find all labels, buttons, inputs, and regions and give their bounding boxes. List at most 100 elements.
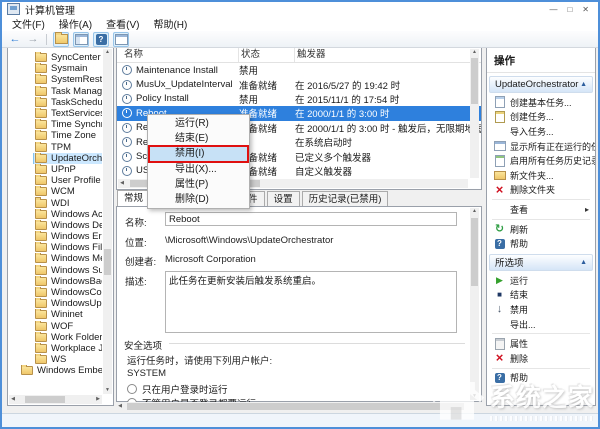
actions-item[interactable]: 禁用 bbox=[487, 302, 595, 317]
actions-item[interactable]: 删除 bbox=[487, 351, 595, 366]
actions-item[interactable]: 新文件夹... bbox=[487, 168, 595, 183]
tree-item[interactable]: SyncCenter bbox=[8, 52, 102, 63]
tree-item[interactable]: WDI bbox=[8, 197, 102, 208]
actions-item[interactable]: 删除文件夹 bbox=[487, 183, 595, 198]
context-menu-item[interactable]: 结束(E) bbox=[149, 131, 248, 146]
tree-item[interactable]: Windows Embedd bbox=[8, 365, 102, 376]
console-tree-icon[interactable] bbox=[73, 32, 89, 47]
tree-item[interactable]: UpdateOrchest bbox=[8, 153, 102, 164]
detail-tab[interactable]: 设置 bbox=[267, 191, 300, 206]
menu-item[interactable]: 文件(F) bbox=[5, 15, 52, 32]
menu-item[interactable]: 查看(V) bbox=[99, 15, 146, 32]
tree-item-label: TPM bbox=[51, 142, 71, 153]
actions-item[interactable]: 刷新 bbox=[487, 222, 595, 237]
tree-horizontal-scrollbar[interactable]: ◀▶ bbox=[9, 395, 102, 404]
tree-item[interactable]: Windows Activ bbox=[8, 209, 102, 220]
tree-item[interactable]: Windows Defe bbox=[8, 220, 102, 231]
task-row[interactable]: Policy Install 禁用 在 2015/11/1 的 17:54 时 bbox=[117, 92, 481, 106]
context-menu-item[interactable]: 禁用(I) bbox=[149, 146, 248, 161]
actions-item[interactable]: 属性 bbox=[487, 336, 595, 351]
actions-item[interactable]: 创建基本任务... bbox=[487, 95, 595, 110]
up-folder-icon[interactable] bbox=[53, 32, 69, 47]
actions-item[interactable]: 创建任务... bbox=[487, 110, 595, 125]
folder-icon bbox=[35, 277, 47, 286]
tree-item[interactable]: WS bbox=[8, 354, 102, 365]
menu-item[interactable]: 帮助(H) bbox=[146, 15, 194, 32]
folder-icon bbox=[35, 87, 47, 96]
actions-item[interactable]: 帮助 bbox=[487, 371, 595, 386]
task-clock-icon bbox=[122, 137, 132, 147]
tree-item[interactable]: TextServicesFra bbox=[8, 108, 102, 119]
tree-item[interactable]: WindowsBacku bbox=[8, 276, 102, 287]
tree-item-label: Wininet bbox=[51, 309, 83, 320]
actions-separator bbox=[492, 368, 590, 369]
list-vertical-scrollbar[interactable]: ▲ bbox=[470, 49, 479, 178]
back-arrow-icon[interactable]: ← bbox=[8, 33, 22, 46]
tree-item-label: Task Manager bbox=[51, 86, 102, 97]
tree-item[interactable]: TPM bbox=[8, 142, 102, 153]
detail-tab[interactable]: 历史记录(已禁用) bbox=[302, 191, 389, 206]
app-icon bbox=[7, 3, 20, 15]
tree-item[interactable]: Windows Error bbox=[8, 231, 102, 242]
context-menu-item[interactable]: 属性(P) bbox=[149, 177, 248, 192]
tree-item[interactable]: Wininet bbox=[8, 309, 102, 320]
actions-item[interactable]: 导出... bbox=[487, 317, 595, 332]
tree-item[interactable]: TaskScheduler bbox=[8, 97, 102, 108]
tree-item[interactable]: User Profile Se bbox=[8, 175, 102, 186]
help-icon[interactable]: ? bbox=[93, 32, 109, 47]
column-header[interactable]: 触发器 bbox=[295, 48, 481, 62]
tree-item[interactable]: Task Manager bbox=[8, 86, 102, 97]
task-row[interactable]: MusUx_UpdateInterval 准备就绪 在 2016/5/27 的 … bbox=[117, 77, 481, 91]
actions-item[interactable]: 显示所有正在运行的任务 bbox=[487, 139, 595, 154]
actions-item[interactable]: 启用所有任务历史记录 bbox=[487, 153, 595, 168]
detail-vertical-scrollbar[interactable]: ▲▼ bbox=[470, 208, 479, 400]
actions-section-header[interactable]: UpdateOrchestrator ▲ bbox=[489, 76, 593, 93]
tree-vertical-scrollbar[interactable]: ▲▼ bbox=[103, 49, 112, 394]
forward-arrow-icon[interactable]: → bbox=[26, 33, 40, 46]
menu-item[interactable]: 操作(A) bbox=[52, 15, 99, 32]
task-clock-icon bbox=[122, 65, 132, 75]
tree-item[interactable]: SystemRestore bbox=[8, 74, 102, 85]
tree-item[interactable]: UPnP bbox=[8, 164, 102, 175]
close-button[interactable]: ✕ bbox=[582, 5, 589, 14]
actions-item[interactable]: 帮助 bbox=[487, 236, 595, 251]
tree-item[interactable]: WindowsColor bbox=[8, 287, 102, 298]
tree-item[interactable]: Windows Subs bbox=[8, 265, 102, 276]
tree-item[interactable]: WCM bbox=[8, 186, 102, 197]
task-name-field[interactable]: Reboot bbox=[165, 212, 457, 226]
column-header[interactable]: 名称 bbox=[122, 48, 239, 62]
actions-item[interactable]: 运行 bbox=[487, 273, 595, 288]
tree-item[interactable]: WindowsUpda bbox=[8, 298, 102, 309]
tree-item[interactable]: Workplace Joi bbox=[8, 343, 102, 354]
tree-item[interactable]: Time Zone bbox=[8, 130, 102, 141]
tree-item[interactable]: WOF bbox=[8, 321, 102, 332]
actions-section-header[interactable]: 所选项 ▲ bbox=[489, 254, 593, 271]
folder-icon bbox=[35, 344, 47, 353]
tree-item[interactable]: Windows Medi bbox=[8, 253, 102, 264]
tree-item-label: WDI bbox=[51, 198, 69, 209]
context-menu-item[interactable]: 删除(D) bbox=[149, 192, 248, 207]
task-row[interactable]: Maintenance Install 禁用 bbox=[117, 63, 481, 77]
description-field[interactable]: 此任务在更新安装后触发系统重启。 bbox=[165, 271, 457, 333]
tree-item[interactable]: Work Folders bbox=[8, 332, 102, 343]
detail-horizontal-scrollbar[interactable]: ◀ bbox=[116, 402, 482, 412]
tree-item[interactable]: Windows Filter bbox=[8, 242, 102, 253]
context-menu-item[interactable]: 导出(X)... bbox=[149, 162, 248, 177]
radio-run-logged-on[interactable]: 只在用户登录时运行 bbox=[127, 382, 228, 396]
detail-tab[interactable]: 常规 bbox=[117, 190, 150, 206]
tree-item[interactable]: Sysmain bbox=[8, 63, 102, 74]
column-header[interactable]: 状态 bbox=[239, 48, 295, 62]
context-menu-item[interactable]: 运行(R) bbox=[149, 116, 248, 131]
actions-item[interactable]: 导入任务... bbox=[487, 124, 595, 139]
tree-item[interactable]: Time Synchron bbox=[8, 119, 102, 130]
actions-item[interactable]: 查看 bbox=[487, 202, 595, 217]
maximize-button[interactable]: □ bbox=[567, 5, 572, 14]
actions-item[interactable]: 结束 bbox=[487, 288, 595, 303]
tree-item-label: WindowsBacku bbox=[51, 276, 102, 287]
minimize-button[interactable]: — bbox=[549, 5, 557, 14]
tree-item-label: UpdateOrchest bbox=[51, 153, 102, 164]
task-list-header[interactable]: 名称状态触发器 bbox=[117, 48, 481, 63]
folder-icon bbox=[35, 210, 47, 219]
action-pane-icon[interactable] bbox=[113, 32, 129, 47]
security-options-title: 安全选项 bbox=[124, 338, 162, 352]
